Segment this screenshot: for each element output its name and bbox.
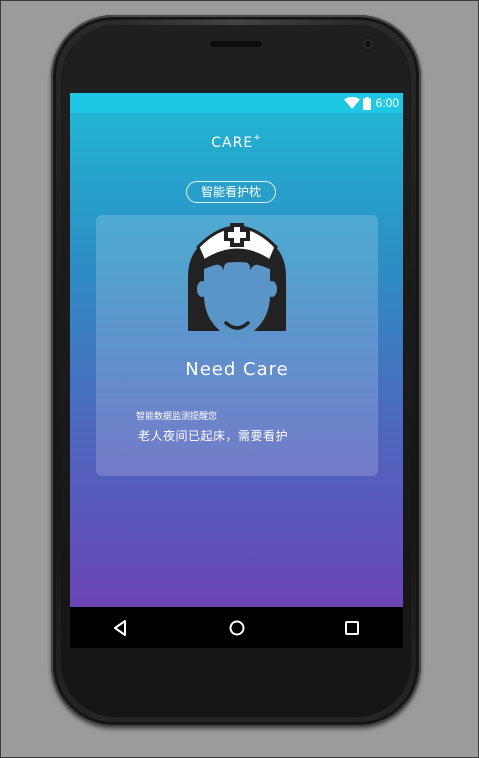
card-message: 老人夜间已起床，需要看护 (138, 429, 289, 443)
status-clock: 6:00 (375, 96, 399, 110)
product-name-pill: 智能看护枕 (186, 181, 276, 203)
front-camera (363, 39, 373, 49)
home-icon[interactable] (226, 617, 248, 639)
phone-shine (111, 19, 361, 25)
earpiece (210, 41, 262, 47)
back-icon[interactable] (110, 617, 132, 639)
navigation-bar (70, 607, 403, 648)
recent-apps-icon[interactable] (341, 617, 363, 639)
phone-screen: 6:00 CARE+ 智能看护枕 Need Care 智能数据监测提醒您 老人夜… (70, 93, 403, 648)
card-title: Need Care (185, 359, 289, 380)
wifi-icon (343, 97, 360, 109)
battery-icon (362, 96, 371, 110)
app-screen: 6:00 CARE+ 智能看护枕 Need Care 智能数据监测提醒您 老人夜… (70, 93, 403, 607)
status-bar: 6:00 (70, 93, 403, 113)
alert-card[interactable]: Need Care 智能数据监测提醒您 老人夜间已起床，需要看护 (96, 215, 378, 476)
emulator-frame: 6:00 CARE+ 智能看护枕 Need Care 智能数据监测提醒您 老人夜… (0, 0, 479, 758)
brand-text: CARE (211, 135, 254, 151)
status-indicators: 6:00 (343, 95, 399, 111)
card-caption: 智能数据监测提醒您 (136, 412, 218, 422)
app-brand: CARE+ (70, 133, 403, 151)
nurse-icon (174, 215, 300, 341)
brand-superscript: + (253, 133, 262, 143)
